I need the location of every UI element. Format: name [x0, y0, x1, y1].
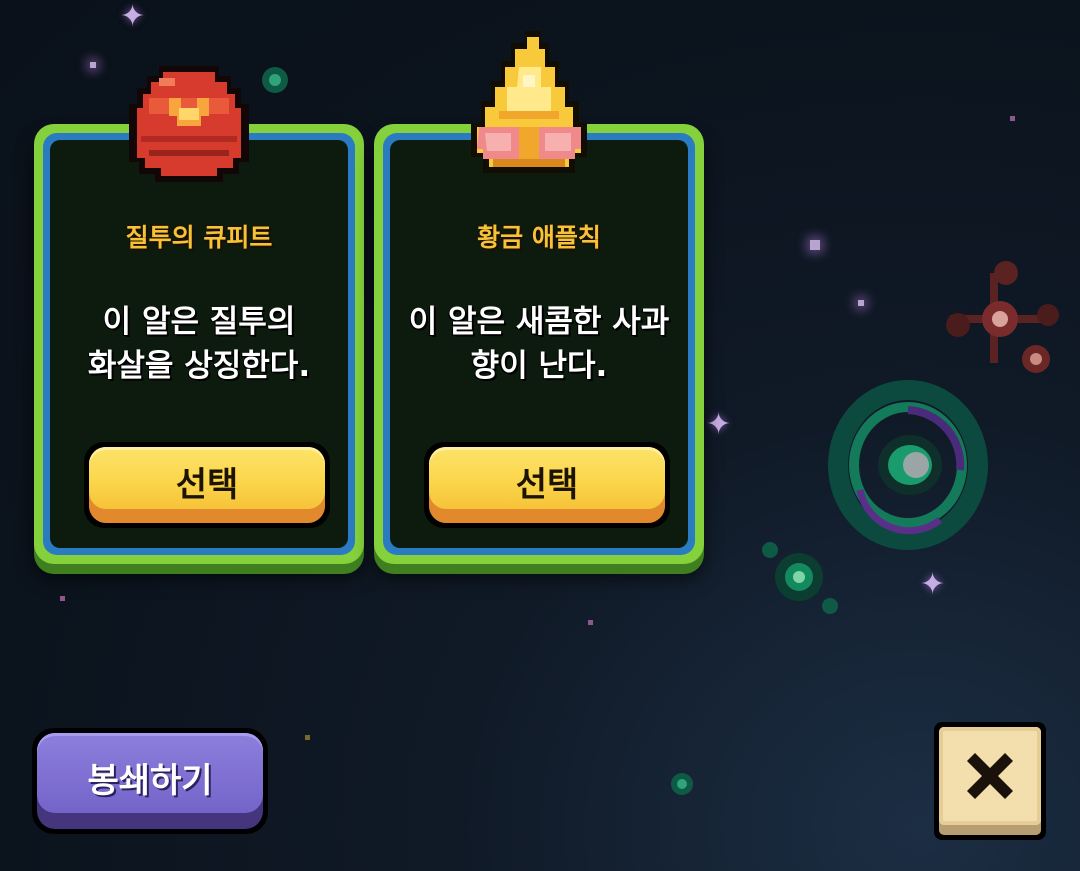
egg-description-line: 이 알은 질투의: [102, 304, 296, 340]
red-egg-icon: [129, 66, 249, 182]
egg-description: 이 알은 질투의 화살을 상징한다.: [62, 300, 336, 388]
egg-card-jealousy-cupid: 질투의 큐피트 이 알은 질투의 화살을 상징한다. 선택: [34, 66, 364, 564]
star-decoration: [60, 596, 65, 601]
close-button[interactable]: [934, 722, 1046, 840]
green-planet-icon: [671, 773, 693, 795]
star-decoration: [810, 240, 820, 250]
close-button-face: [939, 727, 1041, 835]
seal-button-face: 봉쇄하기: [37, 733, 263, 829]
star-decoration: [1010, 116, 1015, 121]
seal-button-label: 봉쇄하기: [87, 761, 213, 801]
select-button-label: 선택: [515, 465, 579, 505]
card-frame: 질투의 큐피트 이 알은 질투의 화살을 상징한다. 선택: [43, 133, 355, 555]
select-button[interactable]: 선택: [84, 442, 330, 528]
egg-card-golden-applechick: 황금 애플칙 이 알은 새콤한 사과 향이 난다. 선택: [374, 31, 704, 564]
red-cluster-icon: [946, 261, 1059, 373]
close-icon: [967, 753, 1013, 799]
star-decoration: [858, 300, 864, 306]
sparkle-decoration: ✦: [120, 0, 146, 34]
egg-description-line: 향이 난다.: [470, 348, 608, 384]
card-body: 질투의 큐피트 이 알은 질투의 화살을 상징한다. 선택: [50, 140, 348, 548]
egg-name: 질투의 큐피트: [125, 223, 273, 252]
star-decoration: [588, 620, 593, 625]
seal-button-top: 봉쇄하기: [37, 733, 263, 813]
close-button-top: [939, 727, 1041, 825]
golden-egg-icon: [471, 31, 587, 173]
egg-description-line: 화살을 상징한다.: [87, 348, 311, 384]
seal-button[interactable]: 봉쇄하기: [32, 728, 268, 834]
select-button-top: 선택: [89, 447, 325, 509]
egg-name: 황금 애플칙: [477, 223, 601, 252]
select-button-face: 선택: [429, 447, 665, 523]
card-body: 황금 애플칙 이 알은 새콤한 사과 향이 난다. 선택: [390, 140, 688, 548]
egg-description-line: 이 알은 새콤한 사과: [408, 304, 670, 340]
galaxy-icon: [828, 380, 988, 550]
egg-description: 이 알은 새콤한 사과 향이 난다.: [402, 300, 676, 388]
select-button-face: 선택: [89, 447, 325, 523]
select-button-label: 선택: [175, 465, 239, 505]
sparkle-decoration: ✦: [706, 407, 732, 442]
select-button-top: 선택: [429, 447, 665, 509]
star-decoration: [305, 735, 310, 740]
green-cluster-icon: [762, 542, 838, 614]
sparkle-decoration: ✦: [920, 567, 946, 602]
card-frame: 황금 애플칙 이 알은 새콤한 사과 향이 난다. 선택: [383, 133, 695, 555]
star-decoration: [90, 62, 96, 68]
select-button[interactable]: 선택: [424, 442, 670, 528]
